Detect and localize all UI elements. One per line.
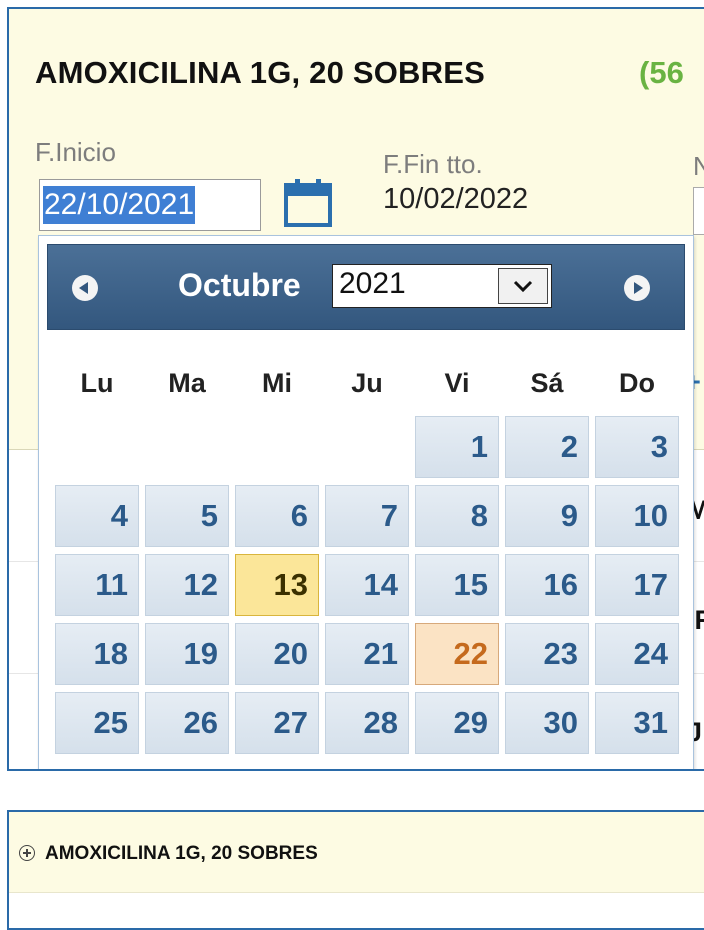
weekday-header: Lu bbox=[80, 368, 114, 398]
day-cell[interactable]: 31 bbox=[595, 692, 679, 754]
prev-month-button[interactable] bbox=[72, 275, 98, 301]
start-date-label: F.Inicio bbox=[35, 137, 116, 167]
day-cell[interactable]: 15 bbox=[415, 554, 499, 616]
end-date-label: F.Fin tto. bbox=[383, 149, 483, 179]
start-date-input[interactable]: 22/10/2021 bbox=[39, 179, 261, 231]
day-cell[interactable]: 29 bbox=[415, 692, 499, 754]
next-month-button[interactable] bbox=[624, 275, 650, 301]
weekday-header: Do bbox=[619, 368, 655, 398]
day-cell[interactable]: 19 bbox=[145, 623, 229, 685]
weekday-header: Vi bbox=[444, 368, 470, 398]
day-cell[interactable]: 6 bbox=[235, 485, 319, 547]
end-date-value: 10/02/2022 bbox=[383, 183, 529, 215]
day-cell[interactable]: 2 bbox=[505, 416, 589, 478]
day-cell[interactable]: 27 bbox=[235, 692, 319, 754]
weekday-header: Sá bbox=[530, 368, 564, 398]
day-cell[interactable]: 4 bbox=[55, 485, 139, 547]
day-cell[interactable]: 3 bbox=[595, 416, 679, 478]
chevron-right-icon bbox=[634, 282, 643, 294]
collapsed-prescription-header[interactable]: AMOXICILINA 1G, 20 SOBRES bbox=[9, 812, 704, 893]
day-cell[interactable]: 9 bbox=[505, 485, 589, 547]
day-cell[interactable]: 5 bbox=[145, 485, 229, 547]
month-label: Octubre bbox=[178, 267, 301, 303]
day-cell[interactable]: 28 bbox=[325, 692, 409, 754]
prescription-panel: AMOXICILINA 1G, 20 SOBRES (56 F.Inicio 2… bbox=[7, 7, 704, 771]
next-field-input[interactable] bbox=[693, 187, 704, 235]
datepicker-header: Octubre 2021 bbox=[47, 244, 685, 330]
day-cell[interactable]: 10 bbox=[595, 485, 679, 547]
day-cell[interactable]: 18 bbox=[55, 623, 139, 685]
calendar-icon[interactable] bbox=[284, 177, 332, 227]
expand-icon[interactable] bbox=[19, 845, 35, 861]
day-cell[interactable]: 26 bbox=[145, 692, 229, 754]
day-cell[interactable]: 20 bbox=[235, 623, 319, 685]
day-cell[interactable]: 7 bbox=[325, 485, 409, 547]
weekday-header: Ju bbox=[351, 368, 383, 398]
year-value: 2021 bbox=[339, 267, 406, 300]
start-date-value: 22/10/2021 bbox=[43, 186, 196, 224]
chevron-left-icon bbox=[79, 282, 88, 294]
day-cell[interactable]: 23 bbox=[505, 623, 589, 685]
day-cell[interactable]: 8 bbox=[415, 485, 499, 547]
chevron-down-icon bbox=[498, 268, 548, 304]
day-cell[interactable]: 12 bbox=[145, 554, 229, 616]
datepicker-popup: Octubre 2021 Lu Ma Mi Ju Vi Sá Do 123456… bbox=[38, 235, 694, 769]
drug-title: AMOXICILINA 1G, 20 SOBRES bbox=[35, 55, 485, 90]
day-cell[interactable]: 1 bbox=[415, 416, 499, 478]
collapsed-prescription-panel: AMOXICILINA 1G, 20 SOBRES bbox=[7, 810, 704, 930]
day-cell[interactable]: 21 bbox=[325, 623, 409, 685]
drug-code: (56 bbox=[639, 55, 684, 90]
day-cell[interactable]: 30 bbox=[505, 692, 589, 754]
weekday-header: Mi bbox=[262, 368, 292, 398]
year-select[interactable]: 2021 bbox=[332, 264, 552, 308]
day-cell-today[interactable]: 13 bbox=[235, 554, 319, 616]
day-cell[interactable]: 11 bbox=[55, 554, 139, 616]
day-cell[interactable]: 14 bbox=[325, 554, 409, 616]
day-cell-selected[interactable]: 22 bbox=[415, 623, 499, 685]
day-cell[interactable]: 24 bbox=[595, 623, 679, 685]
day-cell[interactable]: 17 bbox=[595, 554, 679, 616]
weekday-header: Ma bbox=[168, 368, 206, 398]
next-field-label: N bbox=[693, 151, 704, 182]
day-cell[interactable]: 16 bbox=[505, 554, 589, 616]
day-cell[interactable]: 25 bbox=[55, 692, 139, 754]
collapsed-drug-title: AMOXICILINA 1G, 20 SOBRES bbox=[45, 843, 318, 864]
